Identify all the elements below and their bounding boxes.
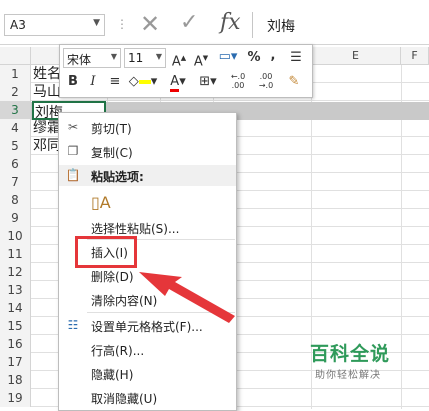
watermark-subtitle: 助你轻松解决 [315, 370, 381, 381]
red-arrow-icon [139, 272, 235, 323]
watermark-logo: 百科全说 助你轻松解决 [301, 336, 429, 384]
watermark-title: 百科全说 [310, 343, 391, 365]
